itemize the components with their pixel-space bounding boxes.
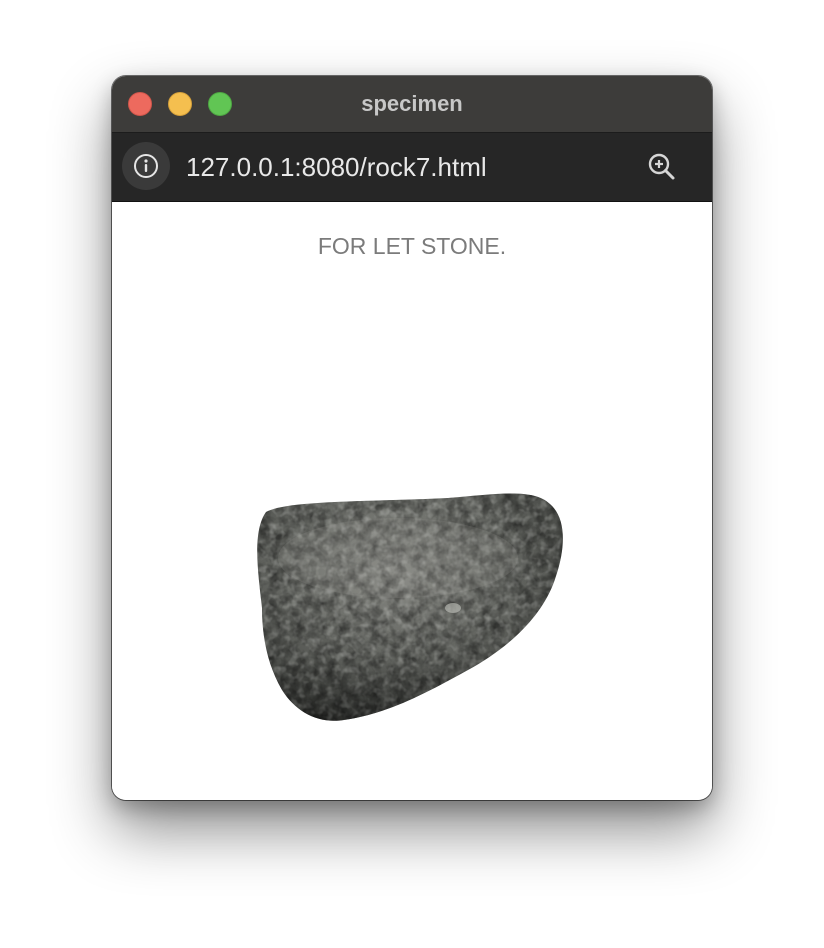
site-info-button[interactable] <box>122 142 170 190</box>
title-bar[interactable]: specimen <box>112 76 712 133</box>
page-heading: FOR LET STONE. <box>317 233 507 259</box>
info-icon <box>134 154 158 178</box>
window-title: specimen <box>361 91 463 116</box>
zoom-in-icon <box>648 153 675 180</box>
page-content: FOR LET STONE. <box>112 202 712 800</box>
browser-window: specimen 127.0.0.1:8080/rock7.html FOR L… <box>112 76 712 800</box>
rock-image[interactable] <box>248 488 568 728</box>
zoom-in-button[interactable] <box>646 151 678 183</box>
address-toolbar: 127.0.0.1:8080/rock7.html <box>112 133 712 202</box>
url-field[interactable]: 127.0.0.1:8080/rock7.html <box>186 151 487 183</box>
